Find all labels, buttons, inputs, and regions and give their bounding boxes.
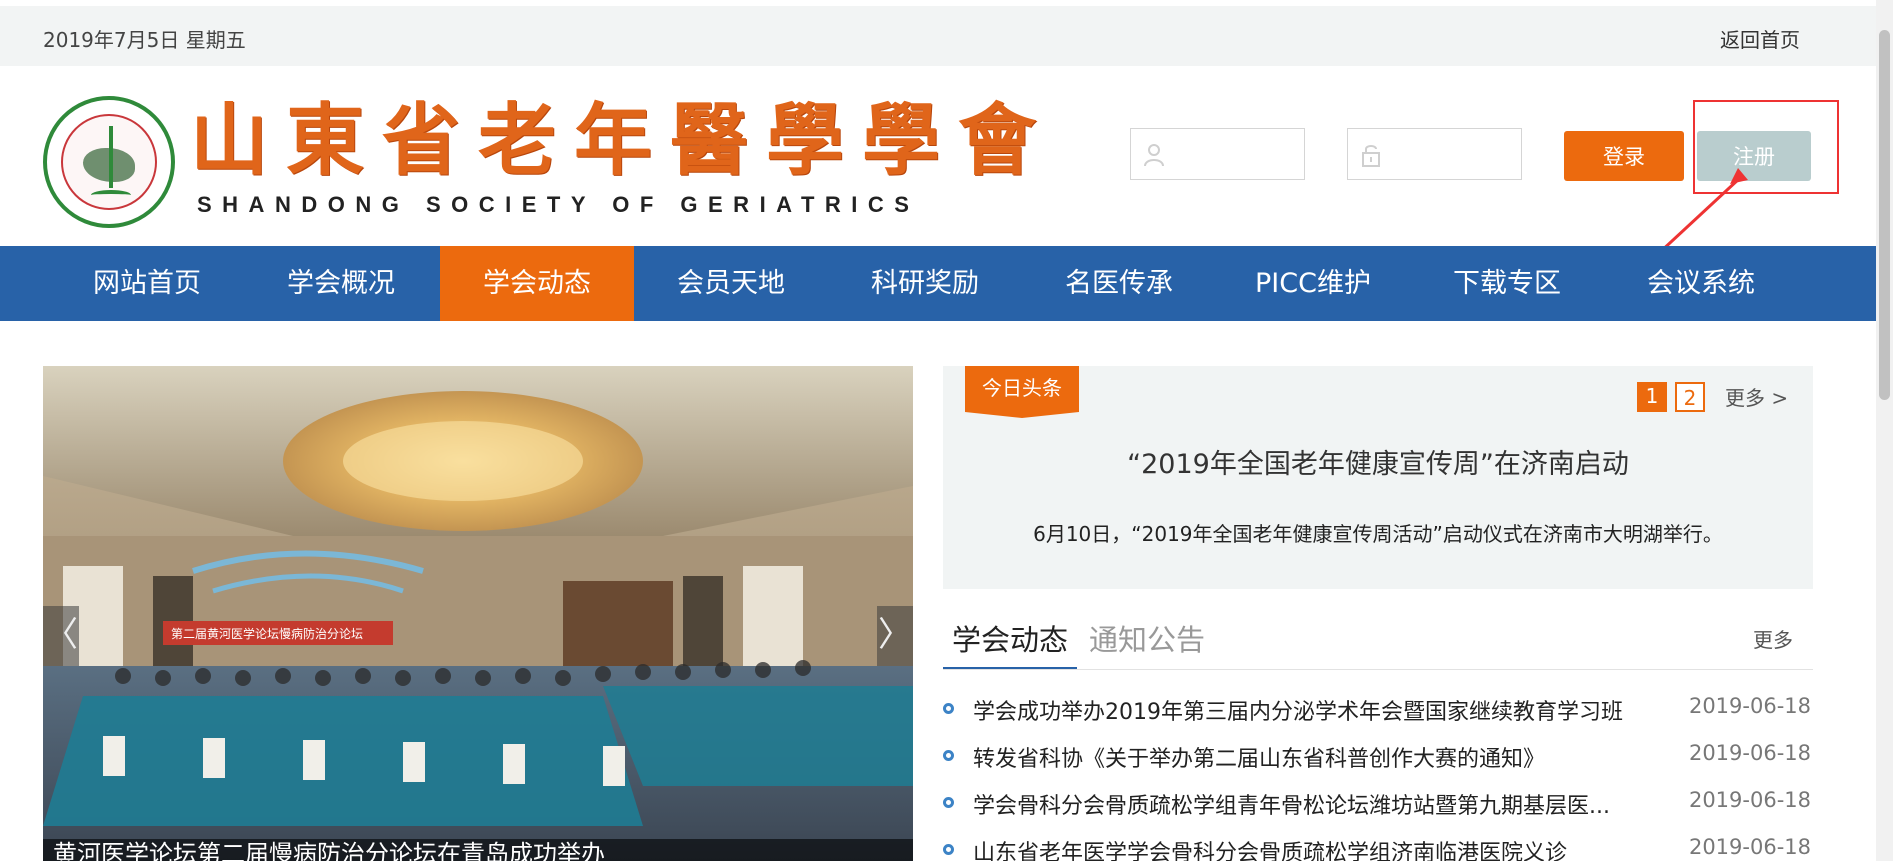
nav-item-home[interactable]: 网站首页 xyxy=(50,246,244,321)
tab-notices[interactable]: 通知公告 xyxy=(1089,610,1205,670)
slider-prev-button[interactable]: 〈 xyxy=(43,606,79,666)
headline-page-2[interactable]: 2 xyxy=(1675,382,1705,412)
nav-item-downloads[interactable]: 下载专区 xyxy=(1410,246,1604,321)
badge-tip xyxy=(965,412,1079,418)
news-title[interactable]: 转发省科协《关于举办第二届山东省科普创作大赛的通知》 xyxy=(973,741,1653,773)
tab-divider xyxy=(943,669,1813,670)
logo-title[interactable]: 山東省老年醫學學會 xyxy=(190,102,1054,180)
news-title[interactable]: 学会骨科分会骨质疏松学组青年骨松论坛潍坊站暨第九期基层医... xyxy=(973,788,1653,820)
emblem-staff xyxy=(109,126,113,188)
password-field[interactable] xyxy=(1347,128,1522,180)
today-headline-badge: 今日头条 xyxy=(965,366,1079,412)
news-title[interactable]: 学会成功举办2019年第三届内分泌学术年会暨国家继续教育学习班 xyxy=(973,694,1653,726)
nav-item-picc[interactable]: PICC维护 xyxy=(1216,246,1410,321)
list-item[interactable]: 山东省老年医学学会骨科分会骨质疏松学组济南临港医院义诊 2019-06-18 xyxy=(943,831,1813,861)
headline-panel: 今日头条 1 2 更多 > “2019年全国老年健康宣传周”在济南启动 6月10… xyxy=(943,366,1813,589)
banner-text: 第二届黄河医学论坛慢病防治分论坛 xyxy=(171,626,363,641)
logo-subtitle: SHANDONG SOCIETY OF GERIATRICS xyxy=(197,192,920,217)
username-field[interactable] xyxy=(1130,128,1305,180)
user-icon xyxy=(1144,144,1164,167)
news-date: 2019-06-18 xyxy=(1688,741,1811,765)
nav-item-about[interactable]: 学会概况 xyxy=(244,246,438,321)
society-emblem-logo[interactable] xyxy=(43,96,175,228)
password-input[interactable] xyxy=(1392,137,1514,171)
site-header: 山東省老年醫學學會 SHANDONG SOCIETY OF GERIATRICS… xyxy=(0,66,1876,246)
bullet-icon xyxy=(943,797,954,808)
nav-item-research[interactable]: 科研奖励 xyxy=(828,246,1022,321)
main-nav: 网站首页 学会概况 学会动态 会员天地 科研奖励 名医传承 PICC维护 下载专… xyxy=(0,246,1876,321)
nav-item-famous-doctors[interactable]: 名医传承 xyxy=(1022,246,1216,321)
annotation-arrow-icon xyxy=(1656,168,1748,256)
viewport: 2019年7月5日 星期五 返回首页 山東省老年醫學學會 SHANDONG SO… xyxy=(0,0,1893,861)
top-bar: 2019年7月5日 星期五 返回首页 xyxy=(0,6,1876,66)
nav-item-members[interactable]: 会员天地 xyxy=(634,246,828,321)
headline-description: 6月10日，“2019年全国老年健康宣传周活动”启动仪式在济南市大明湖举行。 xyxy=(1033,522,1723,546)
list-item[interactable]: 学会骨科分会骨质疏松学组青年骨松论坛潍坊站暨第九期基层医... 2019-06-… xyxy=(943,784,1813,831)
nav-item-news[interactable]: 学会动态 xyxy=(440,246,634,321)
scrollbar-thumb[interactable] xyxy=(1879,30,1890,400)
nav-item-meetings[interactable]: 会议系统 xyxy=(1604,246,1798,321)
news-list: 学会成功举办2019年第三届内分泌学术年会暨国家继续教育学习班 2019-06-… xyxy=(943,690,1813,861)
news-section: 学会动态 通知公告 更多 学会成功举办2019年第三届内分泌学术年会暨国家继续教… xyxy=(943,610,1813,861)
headline-title[interactable]: “2019年全国老年健康宣传周”在济南启动 xyxy=(943,442,1813,481)
list-item[interactable]: 学会成功举办2019年第三届内分泌学术年会暨国家继续教育学习班 2019-06-… xyxy=(943,690,1813,737)
username-input[interactable] xyxy=(1175,137,1297,171)
conference-hall-photo: 第二届黄河医学论坛慢病防治分论坛 xyxy=(43,366,913,861)
slider-caption[interactable]: 黄河医学论坛第二届慢病防治分论坛在青岛成功举办 xyxy=(43,839,913,861)
headline-page-1[interactable]: 1 xyxy=(1637,382,1667,412)
return-home-link[interactable]: 返回首页 xyxy=(1720,24,1800,53)
slider-next-button[interactable]: 〉 xyxy=(877,606,913,666)
bullet-icon xyxy=(943,844,954,855)
tab-society-news[interactable]: 学会动态 xyxy=(943,610,1077,670)
bullet-icon xyxy=(943,750,954,761)
page-scrollbar[interactable] xyxy=(1876,0,1893,861)
news-title[interactable]: 山东省老年医学学会骨科分会骨质疏松学组济南临港医院义诊 xyxy=(973,835,1653,861)
bullet-icon xyxy=(943,703,954,714)
current-date: 2019年7月5日 星期五 xyxy=(43,28,246,52)
news-more-link[interactable]: 更多 xyxy=(1753,624,1793,653)
image-slider[interactable]: 第二届黄河医学论坛慢病防治分论坛 〈 〉 黄河医学论坛第二届慢病防治分论坛在青岛… xyxy=(43,366,913,861)
news-date: 2019-06-18 xyxy=(1688,788,1811,812)
headline-more-link[interactable]: 更多 > xyxy=(1725,382,1788,411)
lock-icon xyxy=(1362,145,1380,167)
emblem-leaf xyxy=(91,190,131,200)
news-date: 2019-06-18 xyxy=(1688,835,1811,859)
list-item[interactable]: 转发省科协《关于举办第二届山东省科普创作大赛的通知》 2019-06-18 xyxy=(943,737,1813,784)
news-date: 2019-06-18 xyxy=(1688,694,1811,718)
